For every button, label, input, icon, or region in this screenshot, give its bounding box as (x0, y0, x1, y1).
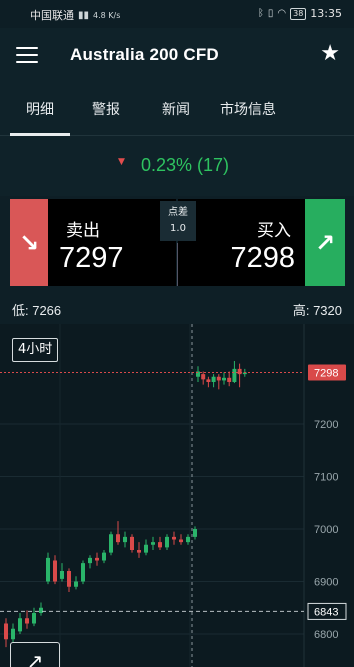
vibrate-icon: ▯ (267, 8, 274, 19)
spread-label: 点差 (168, 207, 188, 218)
candle-body (179, 539, 183, 543)
candle-body (116, 534, 120, 543)
signal-icon: ▮▮ (78, 9, 90, 21)
candle-body (158, 542, 162, 548)
candle-body (123, 536, 127, 543)
hamburger-icon[interactable] (16, 44, 38, 66)
y-tick-label: 7200 (314, 419, 338, 431)
crosshair-price-label: 6843 (314, 606, 338, 618)
candle-body (88, 557, 92, 564)
network-speed: 4.8 K/s (93, 10, 121, 20)
candle-body (144, 544, 148, 553)
timeframe-button[interactable]: 4小时 (12, 338, 59, 362)
candle-body (32, 613, 36, 624)
candle-body (216, 376, 221, 381)
candle-body (39, 607, 43, 613)
candle-body (53, 560, 57, 582)
candle-body (60, 571, 64, 579)
clock: 13:35 (310, 7, 342, 20)
candle-body (172, 536, 176, 540)
arrow-up-right-icon[interactable]: ↗ (10, 642, 60, 667)
chart-canvas[interactable]: 7200 7100 7000 6900 6800 7298 6843 (0, 324, 354, 667)
candle-body (137, 550, 141, 553)
tab-market-info[interactable]: 市场信息 (212, 84, 284, 136)
bluetooth-icon: ᛒ (257, 8, 264, 19)
y-tick-label: 7100 (314, 472, 338, 484)
wifi-icon: ◠ (277, 8, 287, 19)
candle-body (109, 534, 113, 553)
spread-value: 1.0 (170, 223, 186, 234)
candle-body (11, 628, 15, 640)
candle-body (46, 557, 50, 582)
page-title: Australia 200 CFD (70, 45, 219, 64)
battery-icon: 38 (290, 7, 307, 20)
candle-body (193, 529, 197, 537)
sell-price-panel[interactable]: 卖出 7297 (48, 199, 176, 286)
tab-news[interactable]: 新闻 (150, 84, 202, 136)
candle-body (18, 618, 22, 632)
star-icon[interactable]: ★ (320, 41, 340, 66)
candle-body (201, 374, 206, 380)
tab-bar: 明细 警报 新闻 市场信息 (0, 84, 354, 136)
candle-body (4, 623, 8, 640)
candle-body (74, 581, 78, 587)
candle-body (151, 542, 155, 545)
range-row: 低: 7266 高: 7320 (0, 294, 354, 322)
candle-body (67, 571, 71, 587)
sell-label: 卖出 (66, 221, 100, 241)
status-bar: 中国联通 ▮▮ 4.8 K/s ᛒ ▯ ◠ 38 13:35 (0, 0, 354, 28)
price-change: 0.23% (17) (140, 155, 230, 175)
sell-price: 7297 (59, 242, 124, 274)
carrier-label: 中国联通 (30, 9, 74, 22)
high-price: 高: 7320 (292, 303, 342, 318)
candle-body (25, 618, 29, 624)
y-tick-label: 6900 (314, 577, 338, 589)
candle-body (81, 563, 85, 582)
candle-body (165, 536, 169, 548)
candle-body (211, 376, 216, 382)
divider (177, 243, 178, 286)
candle-body (186, 536, 190, 543)
buy-button[interactable]: ↗ (305, 199, 345, 286)
candle-body (237, 368, 242, 375)
buy-price-panel[interactable]: 买入 7298 (178, 199, 305, 286)
arrow-up-right-icon: ↗ (314, 229, 336, 257)
candle-body (222, 377, 226, 381)
price-chart[interactable]: 7200 7100 7000 6900 6800 7298 6843 4小时 ↗ (0, 324, 354, 667)
low-price: 低: 7266 (12, 303, 62, 318)
candle-body (102, 552, 106, 561)
current-price-label: 7298 (314, 368, 338, 380)
tab-alerts[interactable]: 警报 (80, 84, 132, 136)
price-change-row: ▼ 0.23% (17) (0, 136, 354, 196)
y-tick-label: 6800 (314, 629, 338, 641)
candle-body (232, 368, 237, 382)
y-tick-label: 7000 (314, 524, 338, 536)
tab-details[interactable]: 明细 (10, 84, 70, 136)
app-bar: Australia 200 CFD ★ (0, 28, 354, 84)
buy-price: 7298 (230, 242, 295, 274)
candle-body (206, 379, 211, 382)
spread-badge: 点差 1.0 (160, 201, 196, 241)
buy-label: 买入 (257, 221, 291, 241)
candle-body (130, 536, 134, 550)
arrow-down-right-icon: ↘ (18, 229, 40, 257)
candle-body (95, 557, 99, 561)
candle-body (227, 377, 232, 382)
sell-button[interactable]: ↘ (10, 199, 48, 286)
